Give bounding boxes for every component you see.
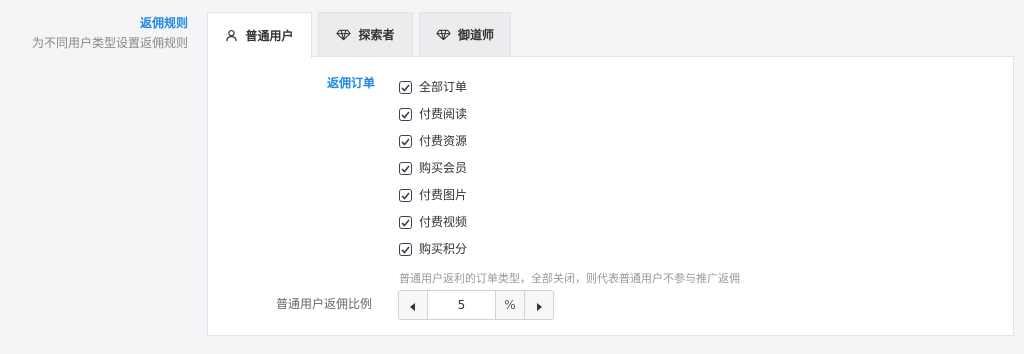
caret-left-icon [410, 296, 416, 315]
checkbox-paid-resources[interactable]: 付费资源 [399, 128, 467, 155]
checkbox-label: 购买积分 [419, 242, 468, 256]
checkbox-all-orders[interactable]: 全部订单 [399, 74, 467, 101]
rebate-settings: 返佣规则 为不同用户类型设置返佣规则 普通用户 探索者 御道师 返佣订单 全部订… [0, 0, 1024, 354]
caret-right-icon [536, 296, 542, 315]
checkmark-icon[interactable] [399, 108, 412, 121]
checkbox-paid-videos[interactable]: 付费视频 [399, 209, 467, 236]
diamond-icon [336, 29, 352, 41]
section-description: 为不同用户类型设置返佣规则 [31, 36, 188, 50]
tab-normal-user[interactable]: 普通用户 [207, 12, 312, 58]
tab-explorer[interactable]: 探索者 [318, 12, 413, 56]
tab-panel-normal-user: 返佣订单 全部订单 付费阅读 付费资源 购买会员 付费图片 付费视频 购买积分 … [207, 56, 1014, 336]
checkmark-icon[interactable] [399, 216, 412, 229]
rebate-orders-label: 返佣订单 [327, 76, 376, 90]
checkbox-label: 付费阅读 [419, 107, 468, 121]
tab-label: 普通用户 [245, 29, 294, 43]
user-type-tabs: 普通用户 探索者 御道师 [207, 12, 517, 58]
checkmark-icon[interactable] [399, 81, 412, 94]
tab-label: 探索者 [358, 28, 395, 42]
checkbox-label: 付费视频 [419, 215, 468, 229]
section-title: 返佣规则 [139, 16, 188, 30]
rebate-ratio-stepper: % [398, 290, 554, 320]
checkbox-paid-images[interactable]: 付费图片 [399, 182, 467, 209]
rebate-orders-checkbox-group: 全部订单 付费阅读 付费资源 购买会员 付费图片 付费视频 购买积分 [399, 74, 467, 263]
diamond-icon [436, 29, 451, 41]
checkmark-icon[interactable] [399, 243, 412, 256]
tab-label: 御道师 [457, 28, 494, 42]
increment-button[interactable] [524, 291, 553, 319]
decrement-button[interactable] [399, 291, 428, 319]
user-icon [225, 29, 238, 42]
checkbox-label: 购买会员 [419, 161, 468, 175]
rebate-orders-help-text: 普通用户返利的订单类型，全部关闭，则代表普通用户不参与推广返佣 [399, 272, 740, 285]
checkmark-icon[interactable] [399, 135, 412, 148]
checkbox-buy-points[interactable]: 购买积分 [399, 236, 467, 263]
checkbox-buy-membership[interactable]: 购买会员 [399, 155, 467, 182]
tab-master[interactable]: 御道师 [419, 12, 511, 56]
rebate-ratio-label: 普通用户返佣比例 [276, 297, 373, 311]
checkbox-label: 全部订单 [419, 80, 468, 94]
checkmark-icon[interactable] [399, 162, 412, 175]
rebate-ratio-input[interactable] [428, 291, 495, 319]
checkbox-paid-reading[interactable]: 付费阅读 [399, 101, 467, 128]
checkmark-icon[interactable] [399, 189, 412, 202]
percent-unit: % [495, 291, 524, 319]
checkbox-label: 付费图片 [419, 188, 468, 202]
checkbox-label: 付费资源 [419, 134, 468, 148]
